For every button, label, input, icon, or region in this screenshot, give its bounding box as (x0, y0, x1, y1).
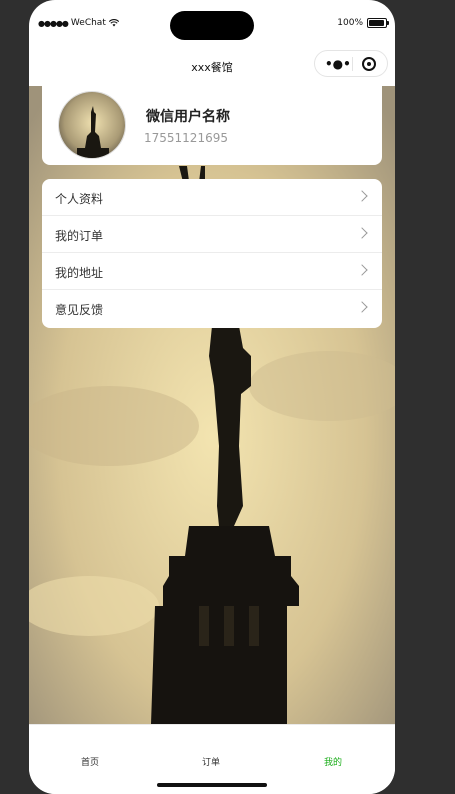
home-indicator (157, 783, 267, 787)
phone-frame: ●●●●● WeChat 100% xxx餐馆 •●• 微信用户名称 17551… (29, 0, 395, 794)
carrier-label: WeChat (70, 18, 106, 28)
menu-item-orders[interactable]: 我的订单 (42, 216, 382, 253)
battery-icon (367, 18, 389, 28)
battery-percent: 100% (337, 18, 363, 28)
target-icon[interactable] (362, 57, 376, 71)
user-phone: 17551121695 (144, 131, 228, 145)
menu-item-profile[interactable]: 个人资料 (42, 179, 382, 216)
tab-orders[interactable]: 订单 (171, 755, 251, 768)
chevron-right-icon (356, 301, 368, 313)
menu-item-label: 我的地址 (55, 266, 104, 280)
menu-item-address[interactable]: 我的地址 (42, 253, 382, 290)
status-right: 100% (337, 18, 389, 28)
menu-list: 个人资料 我的订单 我的地址 意见反馈 (42, 179, 382, 328)
menu-item-label: 意见反馈 (55, 303, 104, 317)
menu-item-label: 我的订单 (55, 229, 104, 243)
main-content: 微信用户名称 17551121695 个人资料 我的订单 我的地址 意见反馈 (29, 86, 395, 724)
signal-icon: ●●●●● (38, 18, 69, 28)
chevron-right-icon (356, 227, 368, 239)
more-dots-icon[interactable]: •●• (325, 57, 351, 71)
nav-bar: xxx餐馆 •●• (29, 46, 395, 86)
mini-program-capsule[interactable]: •●• (314, 50, 388, 77)
capsule-divider (352, 57, 353, 71)
status-left: ●●●●● WeChat (38, 18, 119, 28)
wifi-icon (108, 19, 119, 27)
user-name: 微信用户名称 (146, 109, 230, 125)
profile-card[interactable]: 微信用户名称 17551121695 (42, 86, 382, 165)
status-bar: ●●●●● WeChat 100% (29, 14, 395, 36)
tab-mine[interactable]: 我的 (293, 755, 373, 768)
avatar-image (59, 92, 125, 158)
tab-home[interactable]: 首页 (50, 755, 130, 768)
chevron-right-icon (356, 264, 368, 276)
avatar[interactable] (58, 91, 126, 159)
tab-bar: 首页 订单 我的 (29, 724, 395, 794)
chevron-right-icon (356, 190, 368, 202)
menu-item-label: 个人资料 (55, 192, 104, 206)
menu-item-feedback[interactable]: 意见反馈 (42, 290, 382, 327)
